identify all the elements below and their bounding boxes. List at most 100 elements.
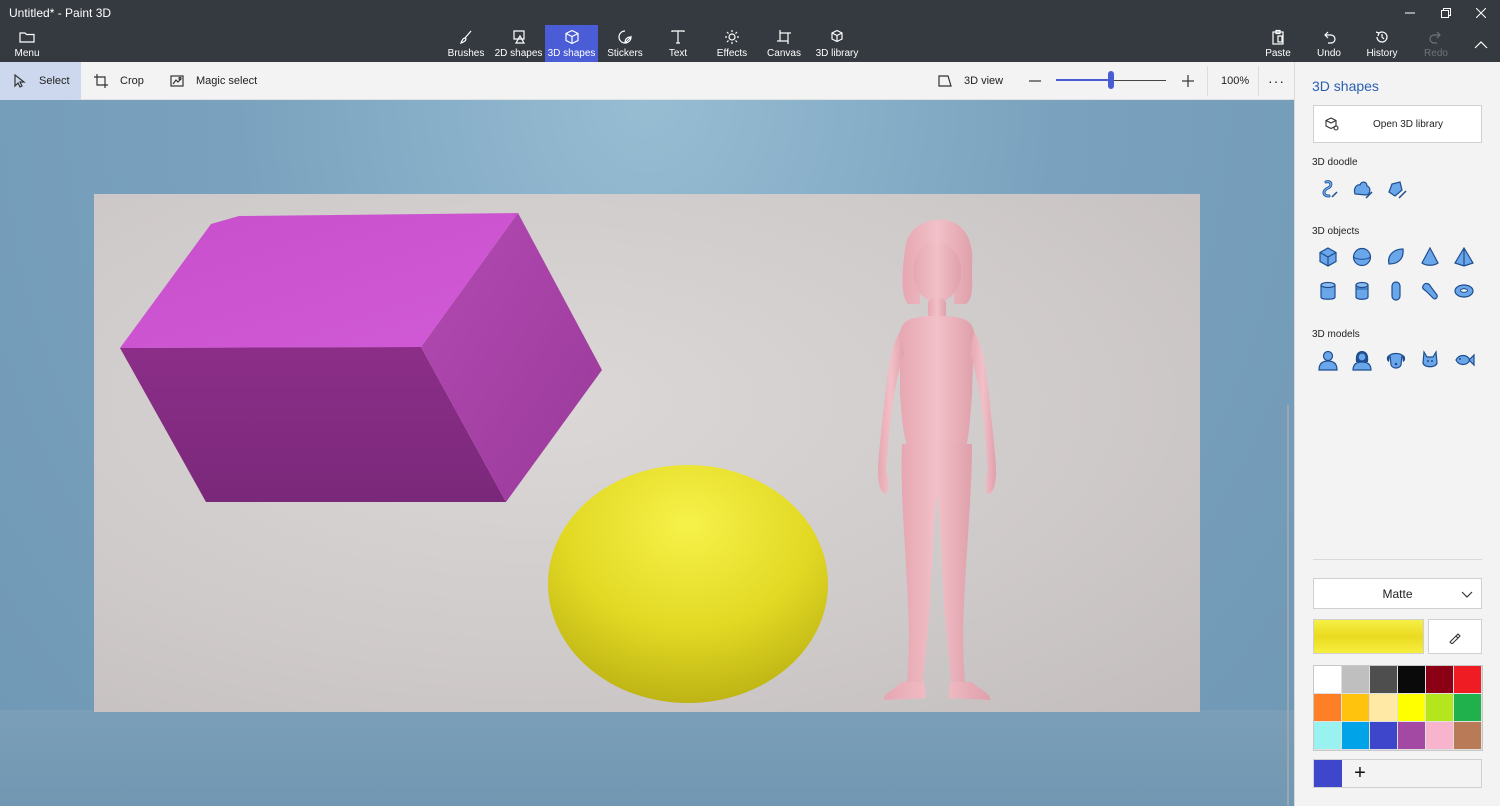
color-swatch[interactable]	[1398, 722, 1426, 750]
3d-view-toggle[interactable]: 3D view	[938, 62, 1003, 100]
purple-box[interactable]	[120, 213, 602, 502]
color-swatch[interactable]	[1342, 694, 1370, 722]
restore-icon	[1441, 7, 1451, 18]
color-swatch[interactable]	[1398, 666, 1426, 694]
tab-3d-library[interactable]: 3D library	[814, 25, 860, 62]
sharp-doodle-icon[interactable]	[1317, 178, 1339, 200]
drawing-canvas[interactable]	[94, 194, 1200, 712]
hemisphere-icon[interactable]	[1385, 246, 1407, 268]
eyedropper-button[interactable]	[1428, 619, 1482, 654]
menu-label: Menu	[14, 48, 40, 59]
eyedropper-icon	[1449, 632, 1461, 644]
tab-label: 3D shapes	[547, 48, 596, 59]
close-icon	[1476, 7, 1486, 18]
model-left-arm	[878, 332, 904, 494]
undo-button[interactable]: Undo	[1312, 25, 1346, 62]
color-swatch[interactable]	[1314, 722, 1342, 750]
color-swatch[interactable]	[1454, 722, 1482, 750]
select-tool[interactable]: Select	[0, 62, 81, 100]
menu-button[interactable]: Menu	[6, 5, 48, 62]
close-button[interactable]	[1462, 0, 1500, 25]
minimize-button[interactable]	[1391, 0, 1429, 25]
undo-label: Undo	[1317, 48, 1341, 59]
restore-button[interactable]	[1427, 0, 1465, 25]
zoom-level[interactable]: 100%	[1221, 62, 1249, 100]
magic-select-label: Magic select	[196, 75, 258, 87]
tab-stickers[interactable]: Stickers	[603, 25, 647, 62]
current-color-swatch[interactable]	[1313, 619, 1424, 654]
panel-divider	[1313, 559, 1482, 560]
text-icon	[671, 30, 685, 44]
man-icon[interactable]	[1317, 349, 1339, 371]
crop-tool[interactable]: Crop	[94, 62, 144, 100]
ribbon: Menu Brushes 2D shapes 3D shapes Sticker…	[0, 25, 1500, 62]
magic-select-tool[interactable]: Magic select	[170, 62, 257, 100]
cube-icon[interactable]	[1317, 246, 1339, 268]
color-swatch[interactable]	[1342, 722, 1370, 750]
color-swatch[interactable]	[1370, 666, 1398, 694]
pyramid-icon[interactable]	[1453, 246, 1475, 268]
material-dropdown[interactable]: Matte	[1313, 578, 1482, 609]
vertical-scrollbar[interactable]	[1287, 405, 1289, 805]
custom-color-swatch[interactable]	[1314, 760, 1342, 787]
open-library-label: Open 3D library	[1373, 118, 1444, 130]
woman-model[interactable]	[878, 219, 996, 700]
add-color-button[interactable]: +	[1348, 761, 1372, 785]
panel-title: 3D shapes	[1312, 78, 1379, 94]
open-3d-library-button[interactable]: Open 3D library	[1313, 105, 1482, 143]
tab-effects[interactable]: Effects	[712, 25, 752, 62]
more-options-button[interactable]: ···	[1268, 62, 1285, 100]
doodle-row	[1317, 178, 1419, 200]
history-button[interactable]: History	[1362, 25, 1402, 62]
zoom-in-button[interactable]	[1181, 62, 1195, 100]
crop-label: Crop	[120, 75, 144, 87]
sphere-icon[interactable]	[1351, 246, 1373, 268]
color-swatch[interactable]	[1426, 694, 1454, 722]
yellow-ball[interactable]	[548, 465, 828, 703]
donut-icon[interactable]	[1453, 280, 1475, 302]
color-swatch[interactable]	[1426, 722, 1454, 750]
cat-icon[interactable]	[1419, 349, 1441, 371]
tab-3d-shapes[interactable]: 3D shapes	[545, 25, 598, 62]
3d-library-icon	[1325, 117, 1339, 131]
paste-button[interactable]: Paste	[1260, 25, 1296, 62]
woman-icon[interactable]	[1351, 349, 1373, 371]
capsule-icon[interactable]	[1385, 280, 1407, 302]
zoom-slider-thumb[interactable]	[1108, 71, 1114, 89]
tab-canvas[interactable]: Canvas	[765, 25, 803, 62]
models-section-label: 3D models	[1312, 329, 1360, 340]
cylinder-icon[interactable]	[1317, 280, 1339, 302]
model-legs	[901, 444, 972, 692]
color-swatch[interactable]	[1342, 666, 1370, 694]
color-swatch[interactable]	[1370, 694, 1398, 722]
color-swatch[interactable]	[1370, 722, 1398, 750]
history-label: History	[1366, 48, 1398, 59]
collapse-ribbon-button[interactable]	[1467, 25, 1495, 62]
tab-brushes[interactable]: Brushes	[446, 25, 486, 62]
color-swatch[interactable]	[1314, 694, 1342, 722]
redo-button[interactable]: Redo	[1420, 25, 1452, 62]
soft-doodle-icon[interactable]	[1351, 178, 1373, 200]
color-swatch[interactable]	[1398, 694, 1426, 722]
fish-icon[interactable]	[1453, 349, 1475, 371]
tube-icon[interactable]	[1351, 280, 1373, 302]
color-swatch[interactable]	[1454, 694, 1482, 722]
tab-2d-shapes[interactable]: 2D shapes	[492, 25, 545, 62]
zoom-out-button[interactable]	[1028, 62, 1042, 100]
tube-doodle-icon[interactable]	[1385, 178, 1407, 200]
bent-tube-icon[interactable]	[1419, 280, 1441, 302]
color-swatch[interactable]	[1426, 666, 1454, 694]
tab-label: Effects	[716, 48, 748, 59]
divider	[1258, 66, 1259, 96]
paste-label: Paste	[1265, 48, 1291, 59]
tab-text[interactable]: Text	[660, 25, 696, 62]
cone-icon[interactable]	[1419, 246, 1441, 268]
workspace[interactable]	[0, 100, 1294, 806]
stickers-icon	[618, 30, 632, 44]
tab-label: Stickers	[607, 48, 643, 59]
chevron-up-icon	[1474, 41, 1488, 49]
color-swatch[interactable]	[1314, 666, 1342, 694]
dog-icon[interactable]	[1385, 349, 1407, 371]
minimize-icon	[1405, 12, 1415, 13]
color-swatch[interactable]	[1454, 666, 1482, 694]
